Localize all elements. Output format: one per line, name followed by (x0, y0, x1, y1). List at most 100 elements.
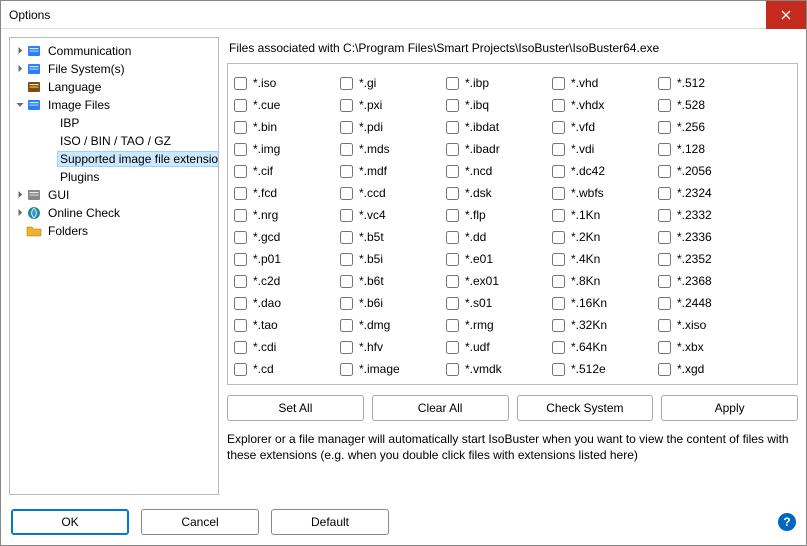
extension-checkbox[interactable] (658, 209, 671, 222)
extension-item[interactable]: *.2056 (658, 162, 746, 180)
extension-item[interactable]: *.flp (446, 206, 534, 224)
tree-item[interactable]: ⏵Online Check (10, 204, 219, 222)
extension-checkbox[interactable] (234, 253, 247, 266)
extension-item[interactable]: *.b5t (340, 228, 428, 246)
extension-item[interactable]: *.c2d (234, 272, 322, 290)
tree-item[interactable]: ISO / BIN / TAO / GZ (10, 132, 219, 150)
extension-item[interactable]: *.256 (658, 118, 746, 136)
extension-item[interactable]: *.image (340, 360, 428, 378)
extension-item[interactable]: *.vmdk (446, 360, 534, 378)
extension-item[interactable]: *.mds (340, 140, 428, 158)
extension-item[interactable]: *.ibp (446, 74, 534, 92)
extension-checkbox[interactable] (658, 363, 671, 376)
extension-checkbox[interactable] (234, 187, 247, 200)
extension-checkbox[interactable] (234, 77, 247, 90)
extension-checkbox[interactable] (234, 297, 247, 310)
tree-item[interactable]: IBP (10, 114, 219, 132)
extension-checkbox[interactable] (234, 319, 247, 332)
extension-item[interactable]: *.cdi (234, 338, 322, 356)
chevron-right-icon[interactable]: ⏵ (14, 190, 26, 201)
extension-checkbox[interactable] (234, 143, 247, 156)
tree-item[interactable]: Folders (10, 222, 219, 240)
extension-item[interactable]: *.fcd (234, 184, 322, 202)
extension-item[interactable]: *.gcd (234, 228, 322, 246)
extension-checkbox[interactable] (234, 231, 247, 244)
extension-checkbox[interactable] (340, 77, 353, 90)
extension-item[interactable]: *.512 (658, 74, 746, 92)
tree-item[interactable]: Plugins (10, 168, 219, 186)
extension-checkbox[interactable] (446, 297, 459, 310)
extension-item[interactable]: *.wbfs (552, 184, 640, 202)
extension-checkbox[interactable] (658, 253, 671, 266)
extension-checkbox[interactable] (340, 187, 353, 200)
extension-item[interactable]: *.img (234, 140, 322, 158)
extension-checkbox[interactable] (552, 209, 565, 222)
extension-item[interactable]: *.dao (234, 294, 322, 312)
extension-item[interactable]: *.2368 (658, 272, 746, 290)
extension-checkbox[interactable] (552, 319, 565, 332)
extension-checkbox[interactable] (446, 77, 459, 90)
extension-checkbox[interactable] (552, 77, 565, 90)
extension-item[interactable]: *.b6i (340, 294, 428, 312)
cancel-button[interactable]: Cancel (141, 509, 259, 535)
extension-item[interactable]: *.pxi (340, 96, 428, 114)
extension-checkbox[interactable] (552, 99, 565, 112)
extension-item[interactable]: *.e01 (446, 250, 534, 268)
extension-item[interactable]: *.xiso (658, 316, 746, 334)
extension-checkbox[interactable] (234, 275, 247, 288)
extension-item[interactable]: *.2448 (658, 294, 746, 312)
extension-item[interactable]: *.b6t (340, 272, 428, 290)
extension-item[interactable]: *.iso (234, 74, 322, 92)
extension-checkbox[interactable] (340, 319, 353, 332)
default-button[interactable]: Default (271, 509, 389, 535)
extension-checkbox[interactable] (446, 231, 459, 244)
chevron-right-icon[interactable]: ⏵ (14, 64, 26, 75)
extension-item[interactable]: *.ex01 (446, 272, 534, 290)
extension-item[interactable]: *.2352 (658, 250, 746, 268)
set-all-button[interactable]: Set All (227, 395, 364, 421)
extension-item[interactable]: *.dmg (340, 316, 428, 334)
extension-item[interactable]: *.cif (234, 162, 322, 180)
extension-item[interactable]: *.16Kn (552, 294, 640, 312)
extension-item[interactable]: *.tao (234, 316, 322, 334)
extension-checkbox[interactable] (552, 165, 565, 178)
extension-checkbox[interactable] (446, 319, 459, 332)
ok-button[interactable]: OK (11, 509, 129, 535)
extension-checkbox[interactable] (658, 121, 671, 134)
check-system-button[interactable]: Check System (517, 395, 654, 421)
extension-item[interactable]: *.xbx (658, 338, 746, 356)
extension-checkbox[interactable] (340, 121, 353, 134)
extension-item[interactable]: *.ncd (446, 162, 534, 180)
extension-item[interactable]: *.rmg (446, 316, 534, 334)
tree-item[interactable]: ⏷Image Files (10, 96, 219, 114)
extension-checkbox[interactable] (234, 209, 247, 222)
extension-item[interactable]: *.vc4 (340, 206, 428, 224)
extension-checkbox[interactable] (446, 143, 459, 156)
extension-checkbox[interactable] (658, 297, 671, 310)
extension-checkbox[interactable] (340, 231, 353, 244)
extension-item[interactable]: *.ibdat (446, 118, 534, 136)
extension-checkbox[interactable] (234, 121, 247, 134)
extension-checkbox[interactable] (340, 99, 353, 112)
extension-checkbox[interactable] (446, 121, 459, 134)
extension-item[interactable]: *.dd (446, 228, 534, 246)
extension-checkbox[interactable] (446, 253, 459, 266)
extension-checkbox[interactable] (552, 231, 565, 244)
extension-checkbox[interactable] (234, 341, 247, 354)
extension-checkbox[interactable] (446, 99, 459, 112)
extension-checkbox[interactable] (552, 143, 565, 156)
tree-item[interactable]: ⏵Communication (10, 42, 219, 60)
extension-item[interactable]: *.b5i (340, 250, 428, 268)
extension-checkbox[interactable] (340, 165, 353, 178)
apply-button[interactable]: Apply (661, 395, 798, 421)
extension-item[interactable]: *.32Kn (552, 316, 640, 334)
extension-checkbox[interactable] (340, 297, 353, 310)
extension-checkbox[interactable] (446, 165, 459, 178)
extension-checkbox[interactable] (340, 341, 353, 354)
extension-checkbox[interactable] (658, 319, 671, 332)
extension-checkbox[interactable] (552, 275, 565, 288)
extension-checkbox[interactable] (340, 143, 353, 156)
extension-item[interactable]: *.512e (552, 360, 640, 378)
extension-checkbox[interactable] (658, 77, 671, 90)
extension-item[interactable]: *.mdf (340, 162, 428, 180)
